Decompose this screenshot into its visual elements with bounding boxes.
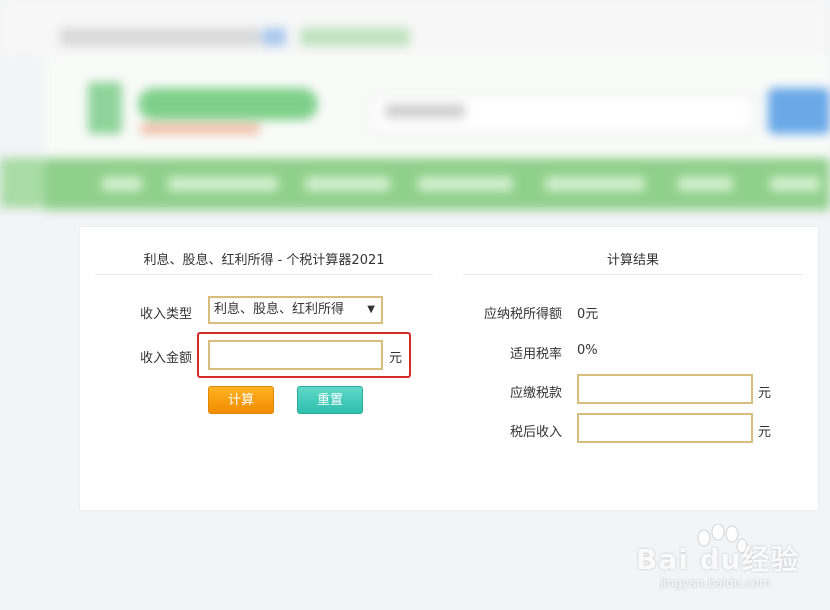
screenshot: 利息、股息、红利所得 - 个税计算器2021 计算结果 收入类型 利息、股息、红…	[0, 0, 830, 610]
nav-item[interactable]	[168, 177, 278, 191]
calculator-panel	[80, 227, 818, 510]
nav-item[interactable]	[770, 177, 820, 191]
site-search-button[interactable]	[768, 88, 830, 134]
tax-payable-output[interactable]	[577, 374, 753, 404]
result-title-divider	[463, 274, 803, 275]
tax-payable-unit: 元	[758, 386, 772, 401]
nav-item[interactable]	[678, 177, 733, 191]
site-logo-icon	[88, 82, 122, 134]
watermark-url: jingyan.baidu.com	[660, 576, 771, 590]
tax-payable-label: 应缴税款	[509, 386, 562, 401]
after-tax-income-output[interactable]	[577, 413, 753, 443]
watermark-brand: Bai du经验	[636, 543, 800, 576]
income-type-label: 收入类型	[139, 307, 192, 322]
calculator-title: 利息、股息、红利所得 - 个税计算器2021	[143, 253, 385, 268]
taxable-income-label: 应纳税所得额	[483, 307, 562, 322]
income-amount-label: 收入金额	[139, 351, 192, 366]
income-type-selected-value: 利息、股息、红利所得	[214, 302, 345, 317]
dropdown-caret-icon: ▼	[367, 304, 375, 315]
tax-rate-label: 适用税率	[509, 347, 562, 362]
reset-button[interactable]: 重置	[297, 386, 363, 414]
after-tax-income-label: 税后收入	[509, 425, 562, 440]
result-title: 计算结果	[606, 253, 659, 268]
site-logo-text	[138, 88, 318, 120]
site-logo-subtext	[140, 124, 260, 134]
nav-item[interactable]	[102, 177, 142, 191]
left-green-strip	[0, 158, 45, 208]
browser-toolbar	[0, 0, 830, 59]
calculate-button[interactable]: 计算	[208, 386, 274, 414]
after-tax-income-unit: 元	[758, 425, 772, 440]
income-type-select[interactable]: 利息、股息、红利所得 ▼	[208, 296, 383, 324]
nav-item[interactable]	[545, 177, 645, 191]
calculator-title-divider	[95, 274, 433, 275]
taxable-income-value: 0元	[577, 307, 599, 322]
tax-rate-value: 0%	[577, 343, 598, 358]
site-search-placeholder	[385, 104, 465, 118]
nav-item[interactable]	[305, 177, 390, 191]
nav-item[interactable]	[418, 177, 513, 191]
highlight-box	[197, 332, 411, 378]
